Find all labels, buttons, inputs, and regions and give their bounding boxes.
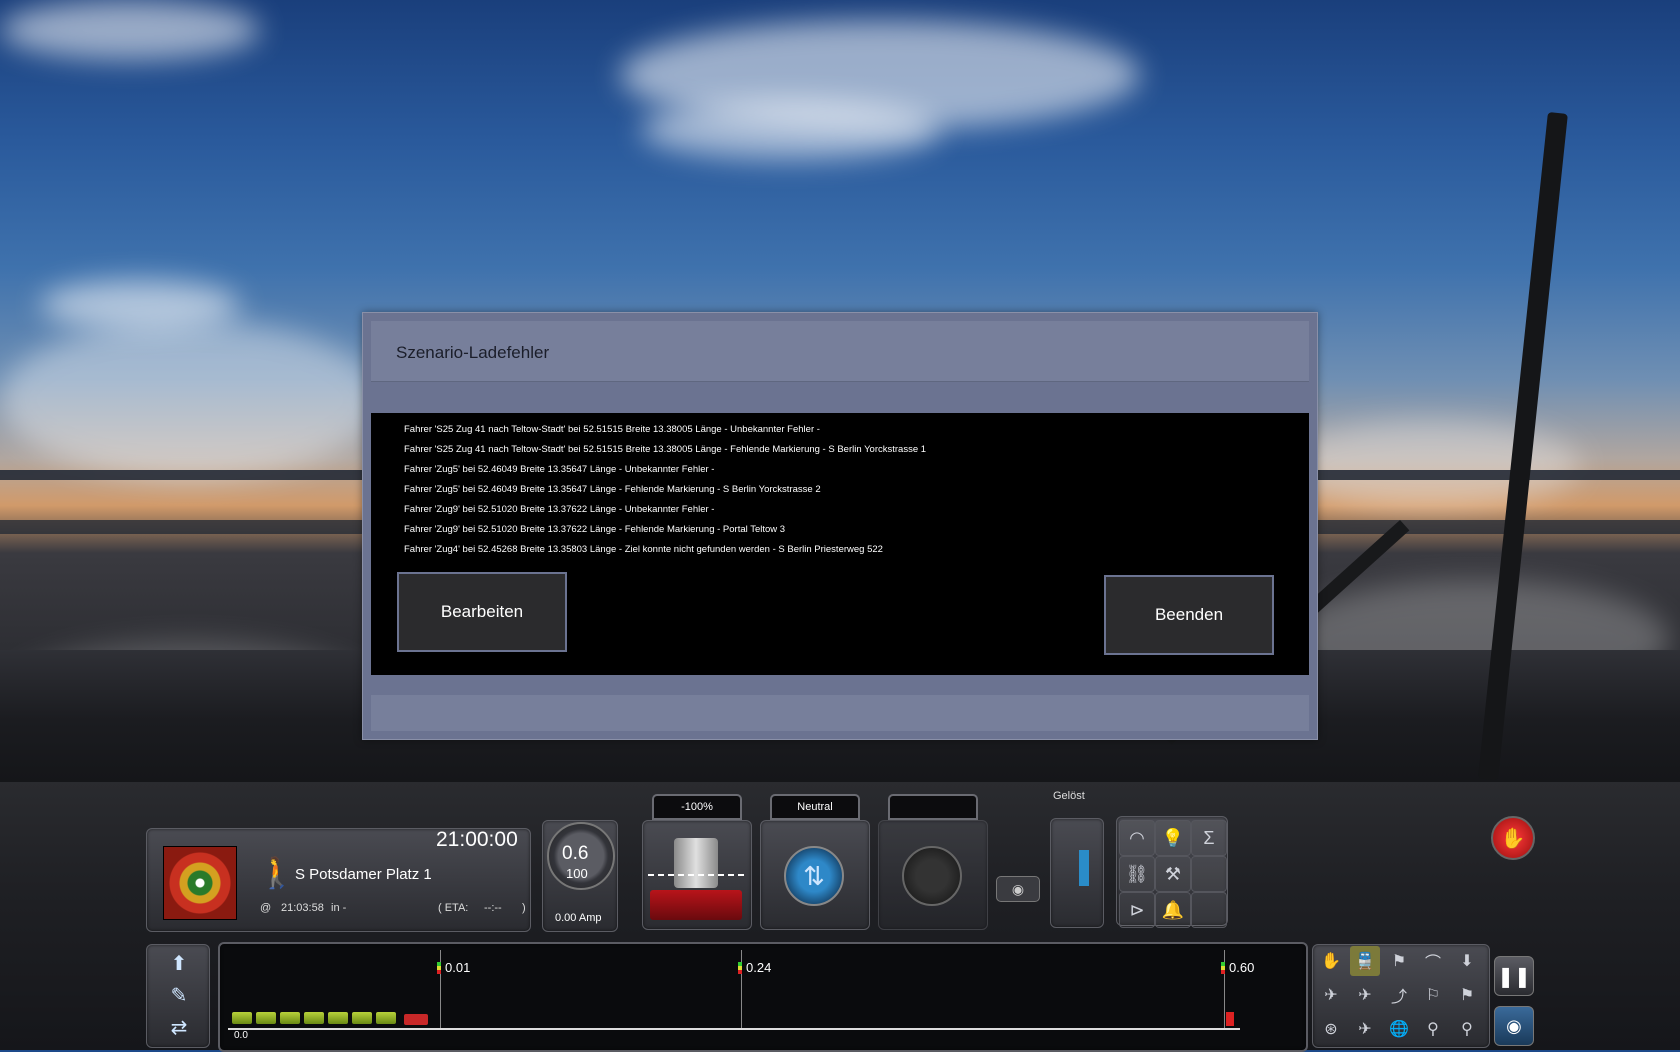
down-arrow-icon[interactable]: ⬇	[1452, 946, 1482, 976]
dialog-title: Szenario-Ladefehler	[396, 343, 550, 362]
passenger-view-icon[interactable]: ⌒	[1418, 946, 1448, 976]
cloud	[0, 0, 260, 60]
departure-in: in -	[331, 902, 347, 914]
throttle-handle[interactable]	[674, 838, 718, 888]
pause-icon[interactable]: ❚❚	[1494, 956, 1534, 996]
lights-icon[interactable]: 💡	[1155, 820, 1191, 856]
stop-target-icon	[163, 846, 237, 920]
signal-icon	[437, 962, 441, 974]
cloud	[0, 320, 380, 480]
notes-icon[interactable]: ✎	[158, 980, 200, 1010]
error-entry: Fahrer 'Zug5' bei 52.46049 Breite 13.356…	[404, 464, 715, 475]
map-pin-icon[interactable]: ⚲	[1452, 1014, 1482, 1044]
track-marker-label: 0.24	[746, 960, 772, 975]
yard-view-icon[interactable]: ⚑	[1452, 980, 1482, 1010]
error-entry: Fahrer 'Zug9' bei 52.51020 Breite 13.376…	[404, 524, 786, 535]
train-view-icon[interactable]: 🚆	[1350, 946, 1380, 976]
error-entry: Fahrer 'Zug4' bei 52.45268 Breite 13.358…	[404, 544, 883, 555]
error-entry: Fahrer 'S25 Zug 41 nach Teltow-Stadt' be…	[404, 444, 927, 455]
auxiliary-knob-icon[interactable]	[902, 846, 962, 906]
scenario-load-error-dialog: Szenario-Ladefehler Fahrer 'S25 Zug 41 n…	[362, 312, 1318, 740]
signal-icon	[1221, 962, 1225, 974]
reverser-arrows-icon[interactable]: ⇅	[784, 846, 844, 906]
destination-name: S Potsdamer Platz 1	[295, 866, 432, 883]
coupling-view-icon[interactable]: ⚐	[1418, 980, 1448, 1010]
locomotive-icon	[404, 1014, 428, 1025]
wiper-icon[interactable]: ◠	[1119, 820, 1155, 856]
signal-icon	[738, 962, 742, 974]
train-car	[352, 1012, 372, 1024]
reverser-label: Neutral	[770, 794, 860, 820]
eta-label: ( ETA:	[438, 902, 469, 914]
eta-close: )	[522, 902, 526, 914]
train-car	[376, 1012, 396, 1024]
train-car	[304, 1012, 324, 1024]
lineside-view-icon[interactable]: ⚑	[1384, 946, 1414, 976]
error-entry: Fahrer 'Zug9' bei 52.51020 Breite 13.376…	[404, 504, 715, 515]
switch-icon[interactable]: ⇄	[158, 1012, 200, 1042]
error-entry: Fahrer 'Zug5' bei 52.46049 Breite 13.356…	[404, 484, 821, 495]
horn-icon[interactable]: ⊳	[1119, 892, 1155, 928]
ammeter-reading-2: 100	[566, 866, 588, 881]
heli-view-2-icon[interactable]: ✈	[1350, 980, 1380, 1010]
departure-time: 21:03:58	[281, 902, 324, 914]
brake-level-bar	[1079, 850, 1089, 886]
blank-lever-label	[888, 794, 978, 820]
track-line	[228, 1028, 1240, 1030]
at-symbol: @	[260, 902, 272, 914]
brake-indicator-panel[interactable]	[1050, 818, 1104, 928]
cab-view-icon[interactable]: ✋	[1316, 946, 1346, 976]
dialog-footer	[371, 695, 1309, 731]
game-clock: 21:00:00	[436, 828, 518, 851]
heli-view-1-icon[interactable]: ✈	[1316, 980, 1346, 1010]
ammeter-reading-1: 0.6	[562, 843, 589, 864]
edit-button[interactable]: Bearbeiten	[397, 572, 567, 652]
plane-view-icon[interactable]: ✈	[1350, 1014, 1380, 1044]
search-view-icon[interactable]: ⚲	[1418, 1014, 1448, 1044]
cloud	[640, 100, 940, 160]
pedestrian-icon: 🚶	[258, 857, 296, 890]
track-start-label: 0.0	[234, 1030, 248, 1041]
track-marker-label: 0.01	[445, 960, 471, 975]
throttle-gauge-icon	[650, 890, 742, 920]
train-car	[280, 1012, 300, 1024]
camera-icon[interactable]: ◉	[996, 876, 1040, 902]
track-monitor	[218, 942, 1308, 1052]
end-marker-icon	[1226, 1012, 1234, 1026]
empty-slot-icon	[1191, 856, 1227, 892]
brake-status: Gelöst	[1053, 790, 1085, 802]
empty-slot-icon	[1191, 892, 1227, 928]
camera-icon[interactable]: ◉	[1494, 1006, 1534, 1046]
track-marker-label: 0.60	[1229, 960, 1255, 975]
cloud	[40, 280, 240, 330]
train-car	[232, 1012, 252, 1024]
amp-value: 0.00 Amp	[555, 912, 602, 924]
throttle-notch-line	[648, 874, 744, 876]
upload-icon[interactable]: ⬆	[158, 948, 200, 978]
cloud	[1280, 420, 1580, 510]
shovel-icon[interactable]: ⚒	[1155, 856, 1191, 892]
error-list: Fahrer 'S25 Zug 41 nach Teltow-Stadt' be…	[404, 423, 926, 563]
sander-icon[interactable]: Σ	[1191, 820, 1227, 856]
train-car	[256, 1012, 276, 1024]
eta-value: --:--	[484, 902, 502, 914]
quit-button[interactable]: Beenden	[1104, 575, 1274, 655]
globe-icon[interactable]: 🌐	[1384, 1014, 1414, 1044]
bell-icon[interactable]: 🔔	[1155, 892, 1191, 928]
free-view-icon[interactable]: ⤴	[1384, 980, 1414, 1010]
error-entry: Fahrer 'S25 Zug 41 nach Teltow-Stadt' be…	[404, 424, 820, 435]
drone-view-icon[interactable]: ⊛	[1316, 1014, 1346, 1044]
train-car	[328, 1012, 348, 1024]
dialog-title-bar: Szenario-Ladefehler	[371, 321, 1309, 382]
throttle-label: -100%	[652, 794, 742, 820]
coupler-icon[interactable]: ⛓	[1119, 856, 1155, 892]
emergency-stop-icon[interactable]: ✋	[1491, 816, 1535, 860]
